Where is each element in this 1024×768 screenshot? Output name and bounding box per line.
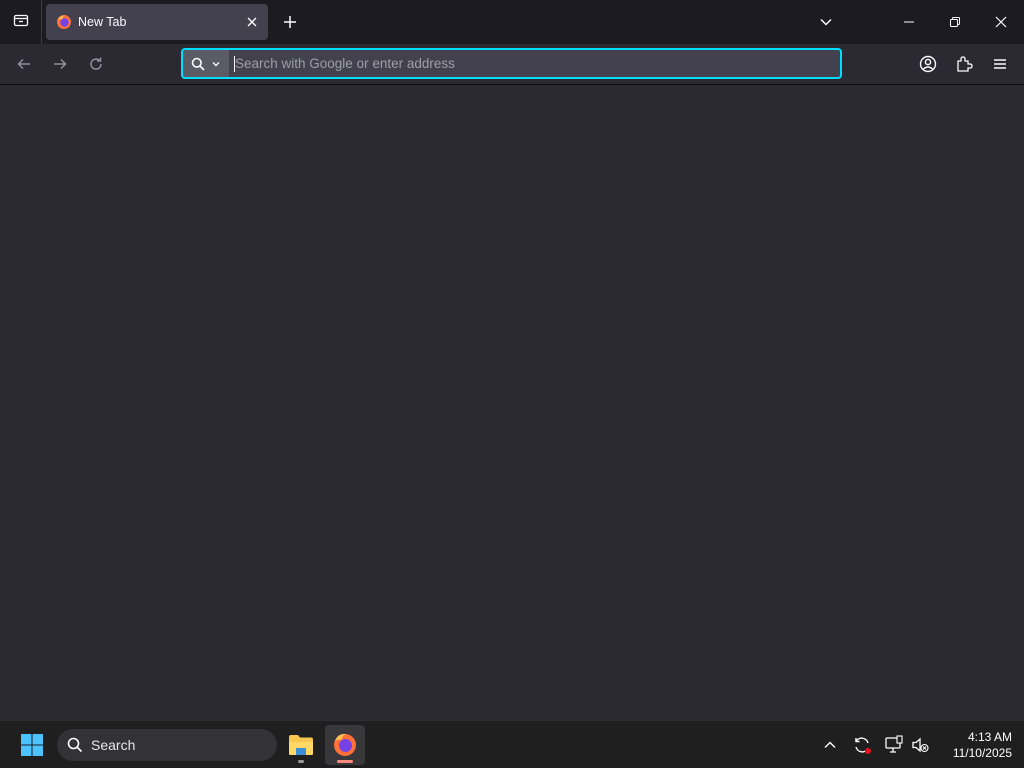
- plus-icon: [284, 16, 296, 28]
- chevron-down-icon: [212, 61, 220, 66]
- extensions-button[interactable]: [950, 50, 978, 78]
- taskbar-app-file-explorer[interactable]: [281, 725, 321, 765]
- app-running-indicator: [298, 760, 304, 763]
- list-all-tabs-button[interactable]: [812, 8, 840, 36]
- hamburger-menu-icon: [994, 59, 1006, 69]
- address-bar[interactable]: [181, 48, 842, 79]
- start-button[interactable]: [14, 727, 50, 763]
- new-tab-button[interactable]: [276, 8, 304, 36]
- sync-icon: [855, 737, 871, 754]
- page-content: [0, 85, 1024, 720]
- close-window-button[interactable]: [978, 0, 1024, 44]
- restore-button[interactable]: [932, 0, 978, 44]
- extensions-icon: [957, 56, 973, 72]
- tray-network-button[interactable]: [882, 733, 906, 757]
- chevron-up-icon: [824, 741, 836, 748]
- firefox-icon: [334, 733, 356, 756]
- taskbar-search-box[interactable]: Search: [57, 729, 277, 761]
- tab-title: New Tab: [78, 15, 127, 29]
- reload-icon: [90, 57, 102, 70]
- volume-muted-icon: [912, 737, 929, 753]
- firefox-view-button[interactable]: [0, 0, 42, 44]
- clock-date: 11/10/2025: [952, 746, 1012, 760]
- close-tab-button[interactable]: [240, 10, 264, 34]
- navigation-toolbar: [0, 44, 1024, 85]
- tray-sync-button[interactable]: [850, 733, 874, 757]
- minimize-icon: [904, 21, 914, 23]
- taskbar: Search 4:13 AM 11/10/2025: [0, 720, 1024, 768]
- windows-logo-icon: [21, 734, 43, 756]
- search-icon: [67, 737, 83, 753]
- address-input[interactable]: [229, 50, 840, 77]
- folder-icon: [289, 735, 313, 755]
- taskbar-clock[interactable]: 4:13 AM 11/10/2025: [936, 729, 1012, 761]
- firefox-icon: [56, 14, 72, 30]
- app-menu-button[interactable]: [986, 50, 1014, 78]
- search-icon: [191, 57, 205, 71]
- tab-new-tab[interactable]: New Tab: [46, 4, 268, 40]
- text-caret: [234, 56, 235, 72]
- firefox-view-icon: [13, 12, 29, 33]
- minimize-button[interactable]: [886, 0, 932, 44]
- search-engine-button[interactable]: [183, 50, 229, 77]
- forward-button[interactable]: [46, 50, 74, 78]
- chevron-down-icon: [820, 18, 832, 26]
- back-button[interactable]: [10, 50, 38, 78]
- close-icon: [247, 17, 257, 27]
- tab-strip: New Tab: [0, 0, 1024, 44]
- close-icon: [995, 16, 1007, 28]
- tray-volume-button[interactable]: [908, 733, 932, 757]
- app-active-indicator: [337, 760, 353, 763]
- forward-arrow-icon: [54, 58, 67, 70]
- network-icon: [885, 735, 903, 753]
- clock-time: 4:13 AM: [967, 730, 1012, 744]
- back-arrow-icon: [17, 58, 30, 70]
- account-icon: [919, 55, 937, 73]
- taskbar-app-firefox[interactable]: [325, 725, 365, 765]
- account-button[interactable]: [914, 50, 942, 78]
- restore-icon: [950, 17, 960, 27]
- show-hidden-icons-button[interactable]: [818, 733, 842, 757]
- reload-button[interactable]: [82, 50, 110, 78]
- taskbar-search-label: Search: [91, 737, 136, 753]
